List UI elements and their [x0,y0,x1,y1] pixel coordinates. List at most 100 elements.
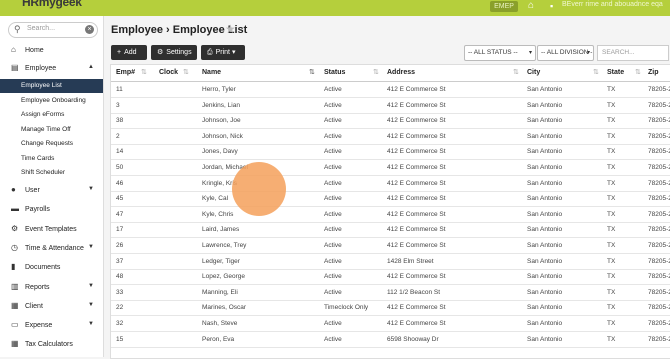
cell-address: 412 E Commerce St [387,304,446,312]
col-state[interactable]: State [607,69,624,76]
cell-zip: 78205-2 [648,164,670,171]
chevron-down-icon: ▾ [528,50,532,56]
col-name[interactable]: Name [202,69,221,76]
sort-icon[interactable]: ⇅ [373,68,379,76]
table-row[interactable]: 3 Jenkins, Lian Active 412 E Commerce St San… [111,98,670,114]
table-row[interactable]: 22 Marines, Oscar Timeclock Only 412 E Comm… [111,300,670,317]
table-row[interactable]: 15 Peron, Eva Active 6598 Shooway Dr San Ant… [111,332,670,348]
col-address[interactable]: Address [387,69,415,76]
sidebar-item-user[interactable]: ● User ▼ [0,182,103,199]
print-label: Print [215,49,231,56]
cell-city: San Antonio [527,148,563,156]
cell-city: San Antonio [527,164,563,171]
sidebar-item-employee[interactable]: ▤ Employee ▲ [0,60,103,77]
cell-name: Marines, Oscar [202,304,247,312]
cell-emp: 22 [116,304,124,312]
table-search-placeholder: SEARCH... [602,49,635,56]
chevron-down-icon: ▼ [88,301,94,308]
sort-icon[interactable]: ⇅ [593,68,599,76]
col-city[interactable]: City [527,69,540,76]
sidebar-item-expense[interactable]: ▭ Expense ▼ [0,317,103,334]
table-row[interactable]: 38 Johnson, Joe Active 412 E Commerce St San… [111,113,670,130]
add-button[interactable]: + Add [111,45,147,60]
subnav-assign-eforms[interactable]: Assign eForms [0,108,103,122]
sidebar-item-event-templates[interactable]: ⚙ Event Templates [0,221,103,238]
sidebar-item-home[interactable]: ⌂ Home [0,42,103,59]
col-emp[interactable]: Emp# [116,69,135,76]
table-search-input[interactable]: SEARCH... [597,45,669,61]
table-row[interactable]: 26 Lawrence, Trey Active 412 E Commerce St S… [111,238,670,254]
favorite-star-icon[interactable]: ★ [225,22,236,36]
table-row[interactable]: 2 Johnson, Nick Active 412 E Commerce St San… [111,129,670,145]
status-filter-select[interactable]: -- ALL STATUS -- ▾ [464,45,536,61]
sidebar-item-payrolls[interactable]: ▬ Payrolls [0,201,103,218]
subnav-shift-scheduler[interactable]: Shift Scheduler [0,166,103,180]
cell-emp: 32 [116,320,124,327]
table-row[interactable]: 50 Jordan, Michael Active 412 E Commerce St… [111,160,670,176]
header-button[interactable]: EMEP [490,1,518,12]
cell-city: San Antonio [527,304,563,312]
cell-emp: 48 [116,273,124,281]
cell-address: 112 1/2 Beacon St [387,288,441,296]
sidebar-item-reports[interactable]: ▥ Reports ▼ [0,279,103,296]
table-row[interactable]: 47 Kyle, Chris Active 412 E Commerce St San … [111,207,670,223]
sort-icon[interactable]: ⇅ [513,68,519,76]
division-filter-select[interactable]: -- ALL DIVISION --▾ [537,45,594,70]
sidebar-item-client[interactable]: ▦ Client ▼ [0,298,103,315]
sidebar-item-label: Expense [25,322,53,330]
settings-button[interactable]: ⚙ Settings [151,45,197,60]
table-row[interactable]: 14 Jones, Davy Active 412 E Commerce St San … [111,144,670,161]
sort-icon[interactable]: ⇅ [635,68,641,76]
sidebar-item-label: User [25,187,40,194]
main-content: Employee › Employee List ★ + Add ⚙ Setting… [104,16,670,359]
chevron-up-icon: ▲ [88,64,94,70]
cell-emp: 38 [116,117,124,125]
home-icon[interactable]: ⌂ [528,1,538,11]
print-button[interactable]: ⎙ Print ▾ [201,45,245,60]
cell-city: San Antonio [527,210,563,218]
sidebar-item-label: Employee [25,65,57,72]
sidebar-item-label: Reports [25,283,50,291]
table-row[interactable]: 45 Kyle, Cal Active 412 E Commerce St San An… [111,191,670,208]
cell-status: Active [324,132,342,140]
col-clock[interactable]: Clock [159,69,178,76]
subnav-employee-list[interactable]: Employee List [0,79,103,93]
subnav-employee-onboarding[interactable]: Employee Onboarding [0,94,103,108]
sidebar-item-label: Payrolls [25,206,50,214]
sidebar-search-input[interactable]: ⚲ Search... × [8,22,98,38]
sidebar-item-time-attendance[interactable]: ◷ Time & Attendance ▼ [0,240,103,257]
col-status[interactable]: Status [324,69,345,76]
plus-icon: + [117,49,122,56]
subnav-time-cards[interactable]: Time Cards [0,152,103,166]
reports-icon: ▥ [11,281,19,291]
table-row[interactable]: 11 Herro, Tyler Active 412 E Commerce St San… [111,82,670,98]
table-row[interactable]: 48 Lopez, George Active 412 E Commerce St Sa… [111,269,670,286]
sidebar: ⚲ Search... × ⌂ Home ▤ Employee ▲ Employee Li… [0,16,104,357]
table-row[interactable]: 32 Nash, Steve Active 412 E Commerce St San … [111,316,670,332]
cell-emp: 3 [116,101,120,109]
lock-icon[interactable]: ▪ [550,1,560,11]
sort-icon[interactable]: ⇅ [141,68,147,76]
sidebar-item-tax-calculators[interactable]: ▦ Tax Calculators [0,336,103,353]
col-zip[interactable]: Zip [648,69,659,76]
sort-icon[interactable]: ⇅ [183,68,189,76]
subnav-change-requests[interactable]: Change Requests [0,137,103,151]
top-bar: HRmygeek EMEP ⌂ ▪ BEverr rime and abouad… [0,0,670,16]
cell-state: TX [607,148,616,156]
sort-active-icon[interactable]: ⇅ [309,68,315,76]
clear-icon[interactable]: × [85,25,94,34]
status-filter-value: -- ALL STATUS -- [468,49,518,56]
table-row[interactable]: 33 Manning, Eli Active 112 1/2 Beacon St San… [111,285,670,301]
table-row[interactable]: 17 Laird, James Active 412 E Commerce St San… [111,222,670,239]
subnav-manage-time-off[interactable]: Manage Time Off [0,123,103,137]
cell-name: Herro, Tyler [202,86,236,93]
subnav-label: Time Cards [21,154,55,162]
cell-address: 412 E Commerce St [387,117,446,125]
cell-emp: 46 [116,179,124,187]
cell-zip: 78205-2 [648,257,670,265]
cell-city: San Antonio [527,101,563,109]
table-row[interactable]: 37 Ledger, Tiger Active 1428 Elm Street San … [111,254,670,270]
sidebar-item-documents[interactable]: ▮ Documents [0,259,103,276]
table-row[interactable]: 46 Kringle, Kris Active 412 E Commerce St Sa… [111,176,670,192]
cell-address: 412 E Commerce St [387,195,446,203]
